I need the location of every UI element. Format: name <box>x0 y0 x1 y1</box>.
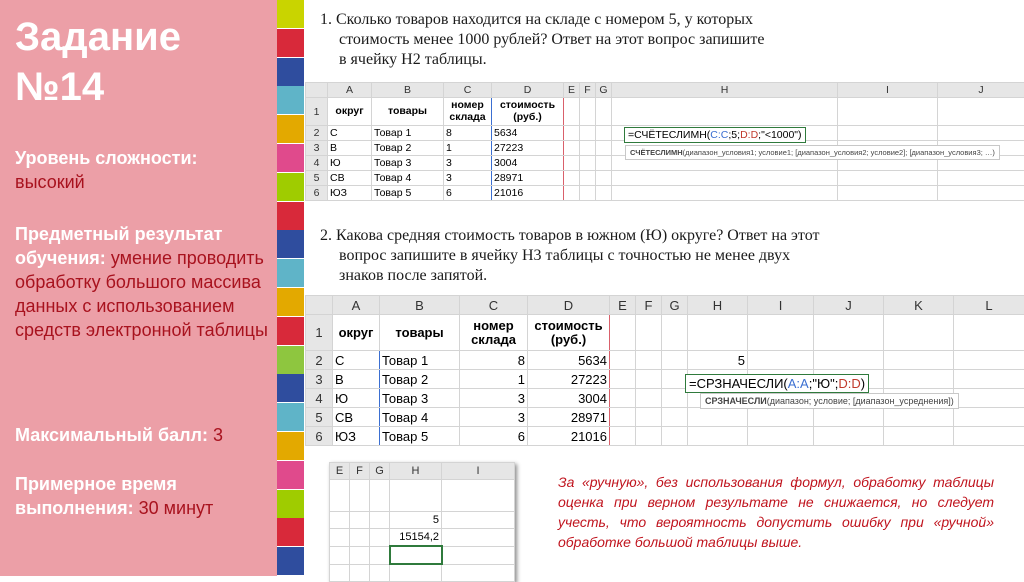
col-i[interactable]: I <box>748 296 814 315</box>
formula-countifs[interactable]: =СЧЁТЕСЛИМН(C:C;5;D:D;"<1000") <box>624 127 806 143</box>
difficulty-label: Уровень сложности: <box>15 146 273 170</box>
strip-square <box>277 0 304 28</box>
cell-h2[interactable]: 5 <box>688 351 748 370</box>
active-cell[interactable] <box>390 546 442 564</box>
col-d[interactable]: D <box>528 296 610 315</box>
table-row: 6 ЮЗ Товар 5 6 21016 <box>306 186 1024 201</box>
col-a[interactable]: A <box>333 296 380 315</box>
col-j[interactable]: J <box>814 296 884 315</box>
result-h3[interactable]: 15154,2 <box>390 529 442 547</box>
col-e[interactable]: E <box>610 296 636 315</box>
column-header-row: A B C D E F G H I J K L <box>306 296 1024 315</box>
col-e[interactable]: E <box>564 83 580 98</box>
table-row: 5 СВ Товар 4 3 28971 <box>306 171 1024 186</box>
table-row <box>330 564 515 582</box>
difficulty-block: Уровень сложности: высокий <box>15 146 273 194</box>
time-label-2: выполнения: <box>15 498 134 518</box>
column-header-row: E F G H I <box>330 463 515 480</box>
table-row: 5 СВ Товар 4 3 28971 <box>306 408 1024 427</box>
col-h[interactable]: H <box>612 83 838 98</box>
col-f[interactable]: F <box>636 296 662 315</box>
table-row <box>330 546 515 564</box>
col-j[interactable]: J <box>938 83 1024 98</box>
strip-square <box>277 461 304 489</box>
formula-tooltip-averageif: СРЗНАЧЕСЛИ(диапазон; условие; [диапазон_… <box>700 393 959 409</box>
col-b[interactable]: B <box>372 83 444 98</box>
table-row: 2 С Товар 1 8 5634 5 <box>306 351 1024 370</box>
strip-square <box>277 202 304 230</box>
col-h[interactable]: H <box>688 296 748 315</box>
max-score-label: Максимальный балл: <box>15 425 208 445</box>
formula-averageif[interactable]: =СРЗНАЧЕСЛИ(A:A;"Ю";D:D) <box>685 374 869 393</box>
table-row: 1 округ товары номер склада стоимость (р… <box>306 98 1024 126</box>
table-row: 3 В Товар 2 1 27223 <box>306 370 1024 389</box>
time-value: 30 минут <box>139 498 214 518</box>
col-f[interactable]: F <box>580 83 596 98</box>
page-title: Задание №14 <box>15 12 181 112</box>
col-b[interactable]: B <box>380 296 460 315</box>
strip-square <box>277 490 304 518</box>
strip-square <box>277 144 304 172</box>
strip-square <box>277 29 304 57</box>
task-2-text: 2. Какова средняя стоимость товаров в юж… <box>320 226 884 286</box>
manual-processing-note: За «ручную», без использования формул, о… <box>558 472 994 552</box>
strip-square <box>277 173 304 201</box>
table-row: 6 ЮЗ Товар 5 6 21016 <box>306 427 1024 446</box>
difficulty-value: высокий <box>15 170 273 194</box>
col-c[interactable]: C <box>460 296 528 315</box>
col-c[interactable]: C <box>444 83 492 98</box>
table-row: 15154,2 <box>330 529 515 547</box>
col-d[interactable]: D <box>492 83 564 98</box>
strip-square <box>277 230 304 258</box>
table-row <box>330 480 515 512</box>
time-block: Примерное время выполнения: 30 минут <box>15 472 273 520</box>
strip-square <box>277 547 304 575</box>
strip-square <box>277 86 304 114</box>
strip-square <box>277 432 304 460</box>
col-l[interactable]: L <box>954 296 1024 315</box>
col-g[interactable]: G <box>596 83 612 98</box>
col-g[interactable]: G <box>662 296 688 315</box>
result-block: Предметный результат обучения: умение пр… <box>15 222 273 342</box>
column-header-row: A B C D E F G H I J <box>306 83 1024 98</box>
spreadsheet-2: A B C D E F G H I J K L 1 округ товары н… <box>305 295 1024 446</box>
col-i[interactable]: I <box>838 83 938 98</box>
strip-square <box>277 58 304 86</box>
task-1-text: 1. Сколько товаров находится на складе с… <box>320 10 890 70</box>
strip-square <box>277 259 304 287</box>
strip-square <box>277 288 304 316</box>
strip-square <box>277 374 304 402</box>
result-h2[interactable]: 5 <box>390 512 442 529</box>
strip-square <box>277 403 304 431</box>
strip-square <box>277 346 304 374</box>
strip-square <box>277 115 304 143</box>
max-score-value: 3 <box>213 425 223 445</box>
table-row: 5 <box>330 512 515 529</box>
formula-tooltip-countifs: СЧЁТЕСЛИМН(диапазон_условия1; условие1; … <box>625 145 1000 160</box>
strip-square <box>277 317 304 345</box>
col-a[interactable]: A <box>328 83 372 98</box>
info-panel: Задание №14 Уровень сложности: высокий П… <box>0 0 277 576</box>
table-row: 1 округ товары номер склада стоимость (р… <box>306 315 1024 351</box>
strip-square <box>277 518 304 546</box>
result-spreadsheet: E F G H I 5 15154,2 <box>329 462 515 582</box>
col-k[interactable]: K <box>884 296 954 315</box>
time-label-1: Примерное время <box>15 472 273 496</box>
max-score-block: Максимальный балл: 3 <box>15 423 273 447</box>
